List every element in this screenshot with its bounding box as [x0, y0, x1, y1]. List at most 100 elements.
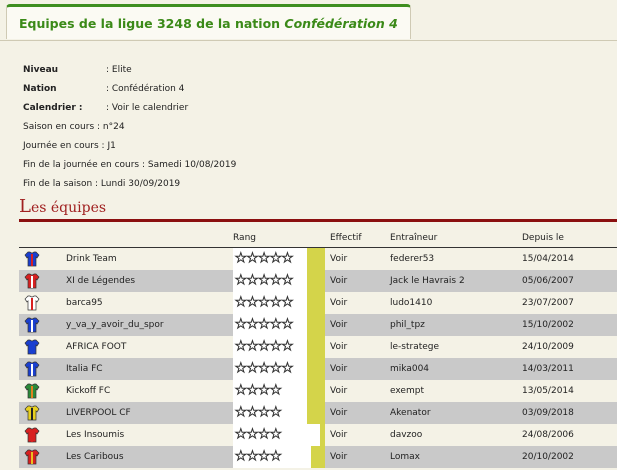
nation-value[interactable]: : Confédération 4 — [106, 83, 184, 95]
jersey-icon — [24, 251, 40, 267]
rank-level-bar — [307, 402, 325, 424]
rank-level-bar — [307, 292, 325, 314]
effectif-link[interactable]: Voir — [330, 248, 347, 270]
jersey-icon — [24, 361, 40, 377]
header-entraineur: Entraîneur — [390, 233, 438, 243]
effectif-link[interactable]: Voir — [330, 358, 347, 380]
fin-journee-text: Fin de la journée en cours : Samedi 10/0… — [23, 160, 237, 170]
coach-link[interactable]: exempt — [390, 380, 424, 402]
jersey-icon — [24, 449, 40, 465]
nation-label: Nation — [23, 84, 57, 94]
table-header: Rang Effectif Entraîneur Depuis le — [0, 233, 617, 247]
rank-stars: ★★★★★ — [234, 317, 294, 333]
team-name-link[interactable]: Italia FC — [66, 358, 103, 380]
table-row: y_va_y_avoir_du_spor ★★★★★ Voir phil_tpz 15/… — [19, 314, 617, 336]
since-date: 24/08/2006 — [522, 430, 574, 440]
rank-level-bar — [307, 336, 325, 358]
team-name-link[interactable]: AFRICA FOOT — [66, 336, 126, 358]
table-row: barca95 ★★★★★ Voir ludo1410 23/07/2007 — [19, 292, 617, 314]
rank-stars: ★★★★ — [235, 427, 283, 443]
jersey-icon — [24, 427, 40, 443]
coach-link[interactable]: mika004 — [390, 358, 429, 380]
effectif-link[interactable]: Voir — [330, 402, 347, 424]
section-title-initial: L — [19, 196, 31, 217]
header-effectif: Effectif — [330, 233, 362, 243]
since-date: 14/03/2011 — [522, 364, 574, 374]
journee-text: Journée en cours : J1 — [23, 141, 116, 151]
rank-gauge: ★★★★★ — [233, 314, 325, 336]
team-name-link[interactable]: Kickoff FC — [66, 380, 110, 402]
team-name-link[interactable]: Les Caribous — [66, 446, 124, 468]
coach-link[interactable]: federer53 — [390, 248, 434, 270]
jersey-icon — [24, 405, 40, 421]
effectif-link[interactable]: Voir — [330, 424, 347, 446]
rank-stars: ★★★★★ — [234, 273, 294, 289]
coach-link[interactable]: phil_tpz — [390, 314, 425, 336]
since-date: 23/07/2007 — [522, 298, 574, 308]
rank-gauge: ★★★★ — [233, 380, 325, 402]
rank-stars: ★★★★ — [235, 405, 283, 421]
effectif-link[interactable]: Voir — [330, 314, 347, 336]
coach-link[interactable]: Lomax — [390, 446, 420, 468]
fin-saison-text: Fin de la saison : Lundi 30/09/2019 — [23, 179, 181, 189]
rank-gauge: ★★★★ — [233, 446, 325, 468]
effectif-link[interactable]: Voir — [330, 292, 347, 314]
tab-league-teams[interactable]: Equipes de la ligue 3248 de la nation Co… — [6, 4, 411, 39]
rank-gauge: ★★★★ — [233, 402, 325, 424]
coach-link[interactable]: Akenator — [390, 402, 431, 424]
effectif-link[interactable]: Voir — [330, 270, 347, 292]
table-row: AFRICA FOOT ★★★★★ Voir le-stratege 24/10/200… — [19, 336, 617, 358]
team-name-link[interactable]: y_va_y_avoir_du_spor — [66, 314, 164, 336]
since-date: 13/05/2014 — [522, 386, 574, 396]
since-date: 20/10/2002 — [522, 452, 574, 462]
table-row: Italia FC ★★★★★ Voir mika004 14/03/2011 — [19, 358, 617, 380]
rank-stars: ★★★★★ — [234, 339, 294, 355]
header-depuis: Depuis le — [522, 233, 564, 243]
effectif-link[interactable]: Voir — [330, 446, 347, 468]
since-date: 24/10/2009 — [522, 342, 574, 352]
section-title: Les équipes — [19, 196, 106, 217]
section-divider — [19, 219, 617, 222]
rank-gauge: ★★★★★ — [233, 270, 325, 292]
team-name-link[interactable]: Les Insoumis — [66, 424, 124, 446]
jersey-icon — [24, 317, 40, 333]
effectif-link[interactable]: Voir — [330, 380, 347, 402]
rank-level-bar — [307, 314, 325, 336]
coach-link[interactable]: le-stratege — [390, 336, 439, 358]
rank-level-bar — [307, 248, 325, 270]
effectif-link[interactable]: Voir — [330, 336, 347, 358]
rank-gauge: ★★★★★ — [233, 358, 325, 380]
team-name-link[interactable]: barca95 — [66, 292, 103, 314]
table-row: Les Insoumis ★★★★ Voir davzoo 24/08/2006 — [19, 424, 617, 446]
jersey-icon — [24, 273, 40, 289]
coach-link[interactable]: Jack le Havrais 2 — [390, 270, 465, 292]
jersey-icon — [24, 383, 40, 399]
tab-title-nation: Confédération 4 — [284, 16, 398, 31]
section-title-rest: es équipes — [30, 200, 107, 216]
table-row: Kickoff FC ★★★★ Voir exempt 13/05/2014 — [19, 380, 617, 402]
team-name-link[interactable]: LIVERPOOL CF — [66, 402, 131, 424]
header-rang: Rang — [233, 233, 256, 243]
rank-gauge: ★★★★★ — [233, 292, 325, 314]
calendrier-label: Calendrier : — [23, 103, 83, 113]
coach-link[interactable]: davzoo — [390, 424, 422, 446]
rank-stars: ★★★★★ — [234, 295, 294, 311]
rank-gauge: ★★★★★ — [233, 336, 325, 358]
table-row: Drink Team ★★★★★ Voir federer53 15/04/2014 — [19, 248, 617, 270]
rank-level-bar — [320, 424, 325, 446]
team-name-link[interactable]: XI de Légendes — [66, 270, 135, 292]
table-row: XI de Légendes ★★★★★ Voir Jack le Havrais 2… — [19, 270, 617, 292]
coach-link[interactable]: ludo1410 — [390, 292, 432, 314]
tab-bar: Equipes de la ligue 3248 de la nation Co… — [0, 0, 617, 41]
jersey-icon — [24, 339, 40, 355]
rank-level-bar — [307, 358, 325, 380]
since-date: 03/09/2018 — [522, 408, 574, 418]
niveau-label: Niveau — [23, 65, 59, 75]
tab-title-prefix: Equipes de la ligue 3248 de la nation — [19, 16, 285, 31]
rank-gauge: ★★★★ — [233, 424, 325, 446]
team-name-link[interactable]: Drink Team — [66, 248, 117, 270]
since-date: 15/04/2014 — [522, 254, 574, 264]
niveau-value: : Elite — [106, 65, 132, 75]
calendrier-link[interactable]: : Voir le calendrier — [106, 102, 188, 114]
table-row: LIVERPOOL CF ★★★★ Voir Akenator 03/09/2018 — [19, 402, 617, 424]
